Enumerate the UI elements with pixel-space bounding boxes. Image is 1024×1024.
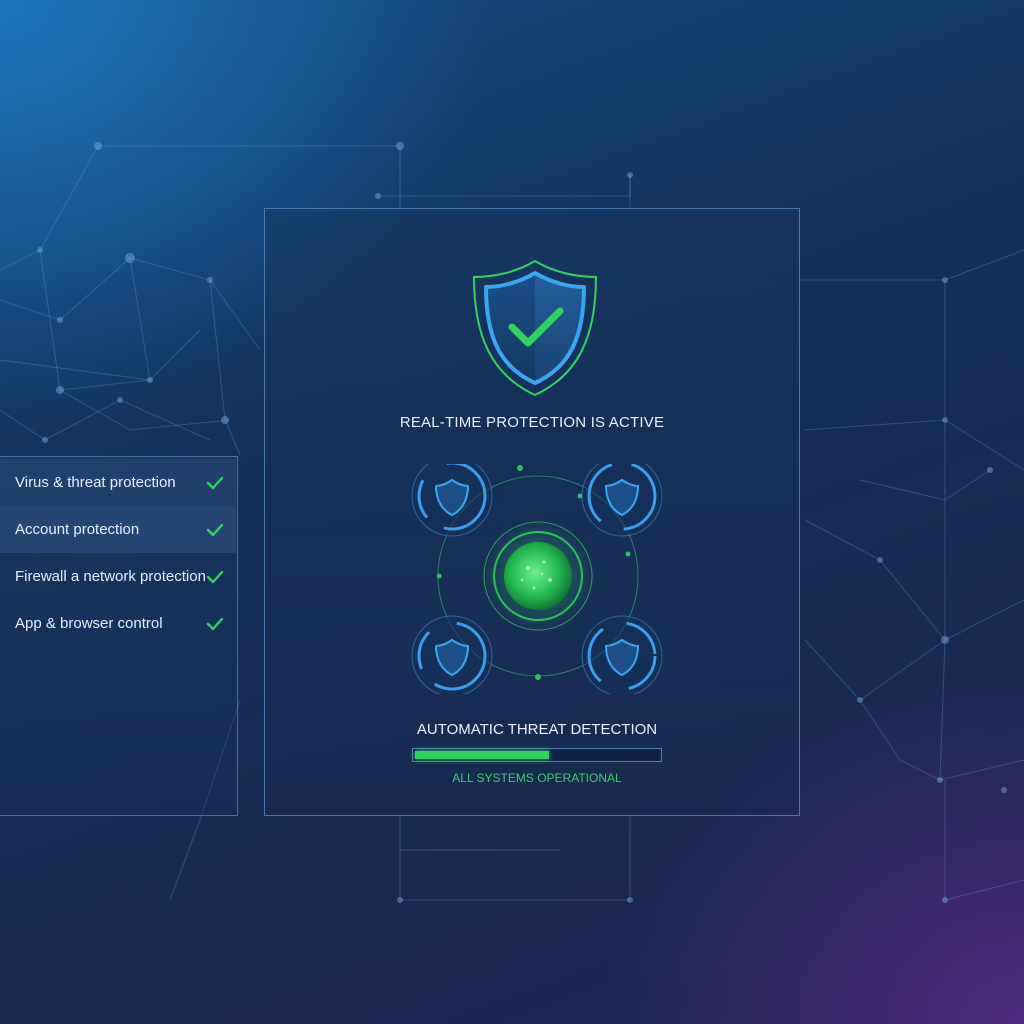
shield-icon bbox=[581, 615, 663, 694]
sidebar-item-account-protection[interactable]: Account protection bbox=[0, 506, 236, 553]
detection-progress-fill bbox=[415, 751, 550, 759]
check-icon bbox=[206, 523, 224, 536]
sidebar-item-label: Firewall a network protection bbox=[15, 568, 206, 585]
sidebar-item-app-browser-control[interactable]: App & browser control bbox=[0, 600, 236, 647]
protection-status-panel: REAL-TIME PROTECTION IS ACTIVE AUTOMATIC… bbox=[264, 208, 800, 816]
sidebar-item-label: Account protection bbox=[15, 521, 140, 538]
sidebar-item-virus-threat-protection[interactable]: Virus & threat protection bbox=[0, 459, 236, 506]
threat-detection-title: AUTOMATIC THREAT DETECTION bbox=[416, 721, 658, 738]
sidebar-item-label: Virus & threat protection bbox=[15, 474, 176, 491]
sidebar-item-firewall-network-protection[interactable]: Firewall a network protection bbox=[0, 553, 236, 600]
sidebar-item-label: App & browser control bbox=[15, 615, 163, 632]
sidebar-panel: Virus & threat protection Account protec… bbox=[0, 456, 238, 816]
protection-status-title: REAL-TIME PROTECTION IS ACTIVE bbox=[399, 414, 665, 431]
check-icon bbox=[206, 570, 224, 583]
shield-check-icon bbox=[472, 259, 598, 397]
systems-status-text: ALL SYSTEMS OPERATIONAL bbox=[452, 771, 622, 785]
detection-progress-bar bbox=[412, 748, 662, 762]
check-icon bbox=[206, 476, 224, 489]
shield-icon bbox=[581, 464, 663, 537]
threat-detection-hub bbox=[411, 464, 663, 694]
check-icon bbox=[206, 617, 224, 630]
shield-icon bbox=[411, 464, 493, 537]
shield-icon bbox=[411, 615, 493, 694]
